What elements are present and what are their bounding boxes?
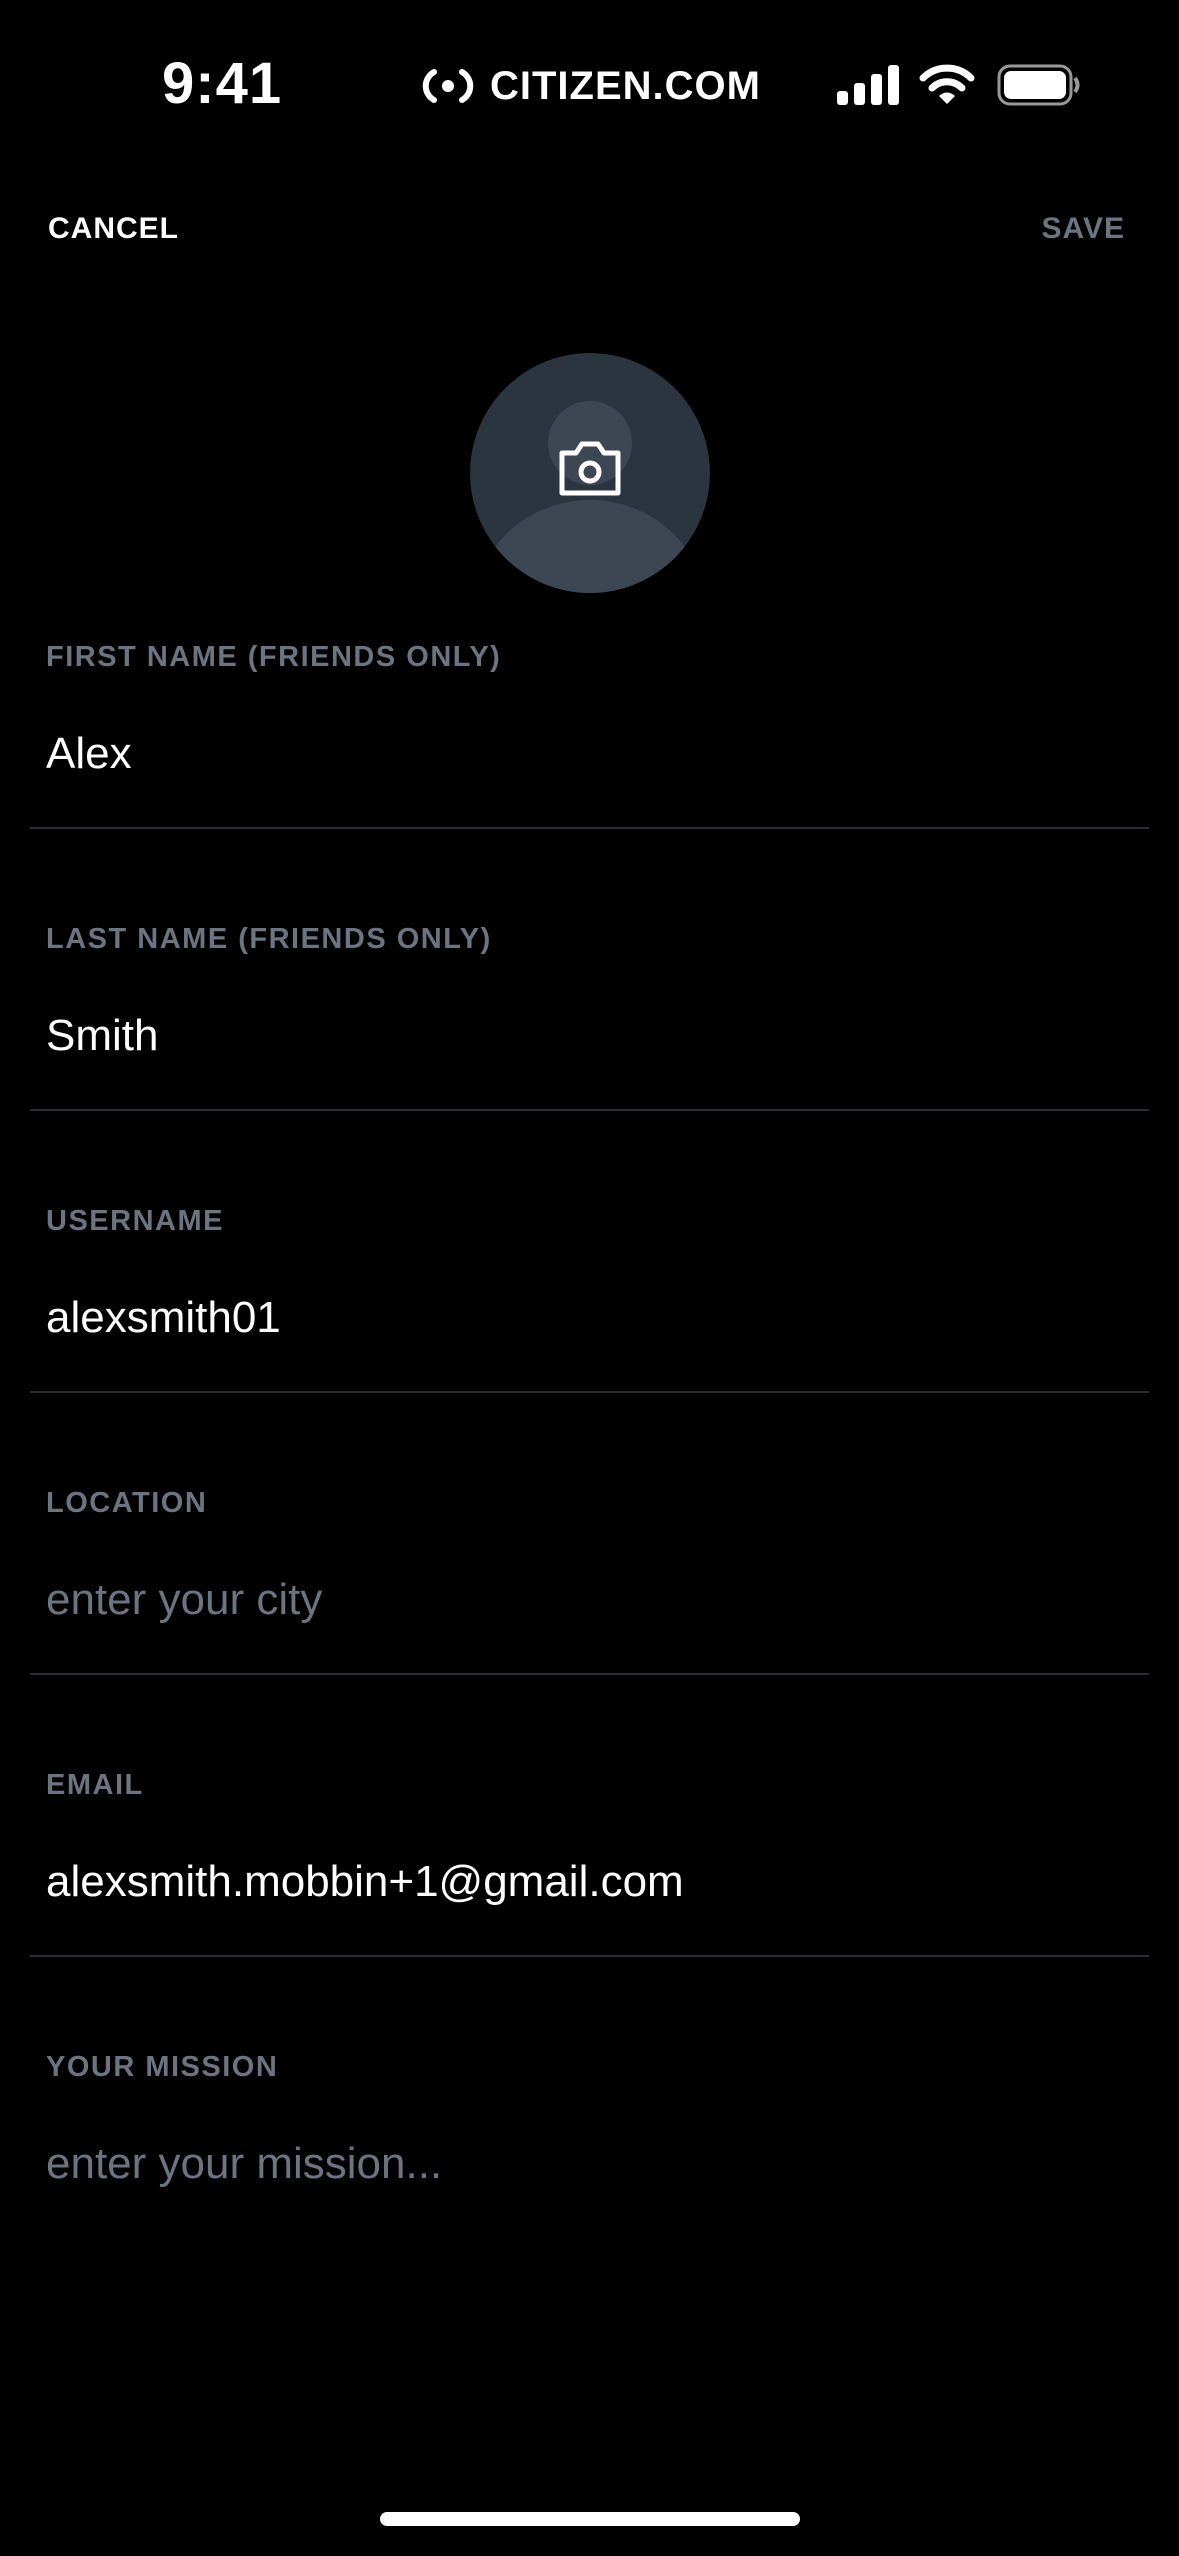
status-time: 9:41 <box>162 51 283 116</box>
mission-field: YOUR MISSION <box>30 2051 1149 2333</box>
carrier-label: CITIZEN.COM <box>490 63 761 108</box>
divider <box>30 1109 1149 1111</box>
status-bar: 9:41 CITIZEN.COM <box>0 0 1179 170</box>
email-input[interactable] <box>46 1857 1126 1907</box>
mission-input[interactable] <box>46 2139 1126 2189</box>
camera-icon <box>559 441 621 496</box>
location-label: LOCATION <box>46 1487 208 1519</box>
location-input[interactable] <box>46 1575 1126 1625</box>
username-input[interactable] <box>46 1293 1126 1343</box>
last-name-field: LAST NAME (FRIENDS ONLY) <box>30 923 1149 1205</box>
mission-label: YOUR MISSION <box>46 2051 279 2083</box>
status-icons <box>837 64 1081 106</box>
first-name-label: FIRST NAME (FRIENDS ONLY) <box>46 641 502 673</box>
avatar-photo-picker[interactable] <box>470 353 710 593</box>
cancel-button[interactable]: CANCEL <box>48 212 179 246</box>
divider <box>30 1955 1149 1957</box>
signal-icon <box>837 65 899 105</box>
username-label: USERNAME <box>46 1205 224 1237</box>
divider <box>30 1391 1149 1393</box>
edit-profile-nav: CANCEL SAVE <box>0 200 1179 260</box>
email-label: EMAIL <box>46 1769 144 1801</box>
carrier-brand: CITIZEN.COM <box>420 60 761 112</box>
email-field: EMAIL <box>30 1769 1149 2051</box>
battery-icon <box>997 64 1080 106</box>
last-name-input[interactable] <box>46 1011 1126 1061</box>
save-button[interactable]: SAVE <box>1042 212 1125 246</box>
last-name-label: LAST NAME (FRIENDS ONLY) <box>46 923 492 955</box>
location-field: LOCATION <box>30 1487 1149 1769</box>
divider <box>30 1673 1149 1675</box>
divider <box>30 827 1149 829</box>
wifi-icon <box>919 64 975 104</box>
first-name-input[interactable] <box>46 729 1126 779</box>
home-indicator[interactable] <box>380 2512 800 2526</box>
username-field: USERNAME <box>30 1205 1149 1487</box>
first-name-field: FIRST NAME (FRIENDS ONLY) <box>30 641 1149 923</box>
citizen-logo-icon <box>422 69 474 103</box>
